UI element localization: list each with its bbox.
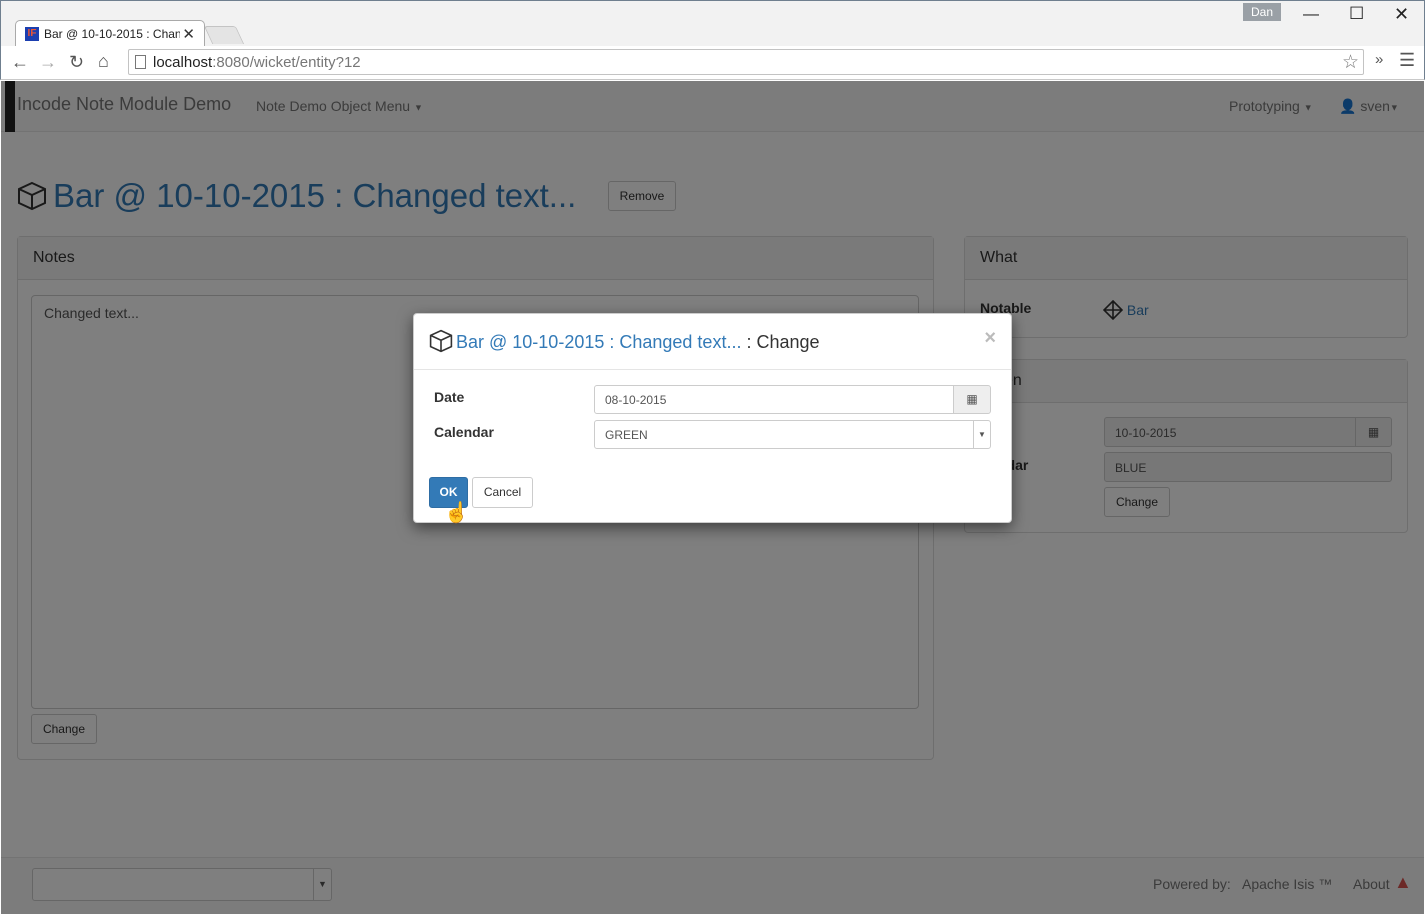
url-text: localhost:8080/wicket/entity?12	[153, 54, 361, 71]
cancel-button[interactable]: Cancel	[472, 477, 533, 508]
tab-title: Bar @ 10-10-2015 : Changed	[44, 27, 180, 41]
dialog-header: Bar @ 10-10-2015 : Changed text... : Cha…	[414, 314, 1011, 370]
page-icon	[135, 55, 146, 69]
back-icon[interactable]: ←	[11, 52, 29, 73]
chevron-down-icon[interactable]: ▼	[973, 421, 990, 448]
new-tab-button[interactable]	[203, 26, 245, 44]
cube-icon	[429, 329, 453, 353]
calendar-select[interactable]: GREEN	[594, 420, 991, 449]
maximize-icon[interactable]: ☐	[1349, 4, 1364, 24]
close-tab-icon[interactable]: ✕	[182, 25, 195, 43]
close-window-icon[interactable]: ✕	[1394, 4, 1409, 25]
browser-titlebar: IF Bar @ 10-10-2015 : Changed ✕ Dan — ☐ …	[0, 0, 1425, 47]
minimize-icon[interactable]: —	[1303, 6, 1319, 24]
calendar-label: Calendar	[434, 424, 494, 440]
change-dialog: Bar @ 10-10-2015 : Changed text... : Cha…	[413, 313, 1012, 524]
address-bar[interactable]: localhost:8080/wicket/entity?12 ☆	[128, 49, 1364, 75]
hand-cursor-icon: ☝	[444, 502, 469, 524]
browser-toolbar: ← → ↻ ⌂ localhost:8080/wicket/entity?12 …	[0, 46, 1425, 80]
calendar-icon[interactable]: ▦	[953, 385, 991, 414]
close-icon[interactable]: ×	[984, 327, 996, 350]
dialog-title-link[interactable]: Bar @ 10-10-2015 : Changed text...	[456, 332, 741, 352]
extensions-chevron-icon[interactable]: »	[1375, 51, 1383, 68]
dialog-title-suffix: : Change	[746, 332, 820, 352]
home-icon[interactable]: ⌂	[98, 51, 109, 72]
reload-icon[interactable]: ↻	[69, 52, 84, 73]
forward-icon[interactable]: →	[39, 52, 57, 73]
favicon-icon: IF	[25, 27, 39, 41]
menu-icon[interactable]: ☰	[1399, 50, 1415, 71]
date-input[interactable]: 08-10-2015	[594, 385, 954, 414]
profile-badge[interactable]: Dan	[1243, 3, 1281, 21]
browser-tab[interactable]: IF Bar @ 10-10-2015 : Changed ✕	[15, 20, 205, 47]
date-label: Date	[434, 389, 465, 405]
bookmark-star-icon[interactable]: ☆	[1342, 51, 1359, 74]
